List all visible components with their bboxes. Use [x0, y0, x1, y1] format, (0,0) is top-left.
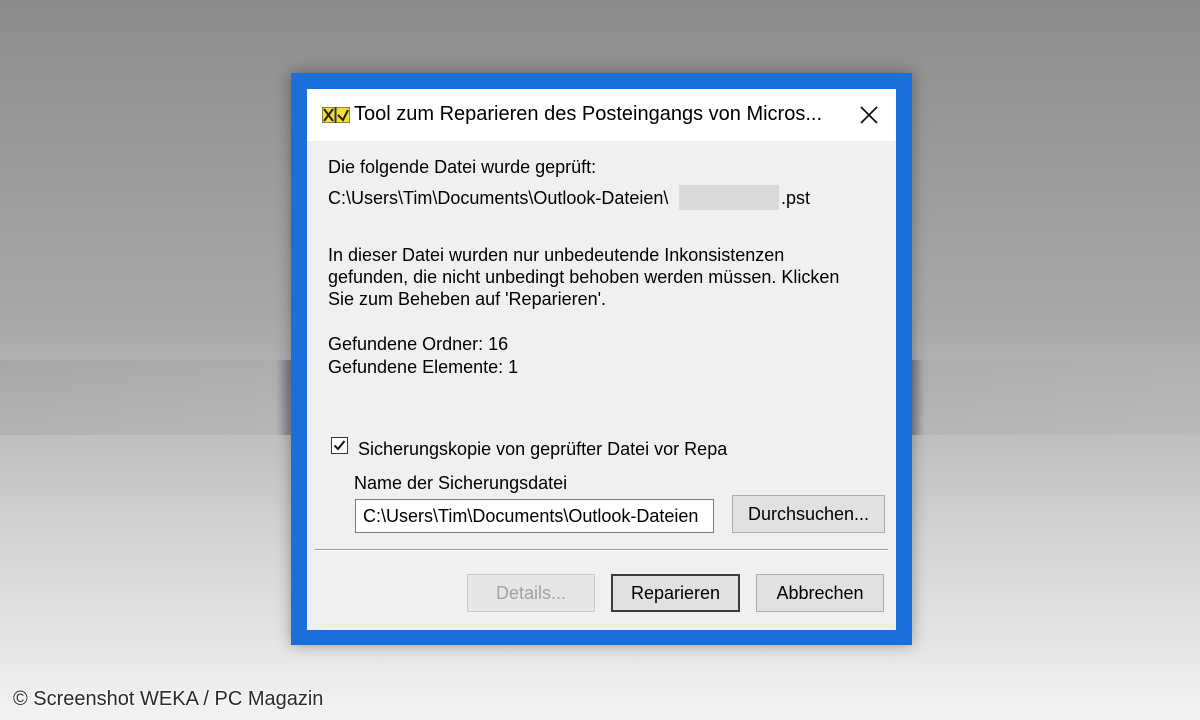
backup-checkbox[interactable]: [331, 437, 348, 454]
folders-found: Gefundene Ordner: 16: [328, 334, 509, 354]
details-button[interactable]: Details...: [467, 574, 595, 612]
repair-button[interactable]: Reparieren: [611, 574, 740, 612]
window-title: Tool zum Reparieren des Posteingangs von…: [354, 103, 823, 125]
close-icon: [860, 106, 878, 124]
redacted-file-name: [679, 185, 779, 210]
close-button[interactable]: [842, 89, 896, 141]
backup-path-input[interactable]: C:\Users\Tim\Documents\Outlook-Dateien: [355, 499, 714, 533]
checked-file-label: Die folgende Datei wurde geprüft:: [328, 157, 597, 177]
inbox-repair-dialog: Tool zum Reparieren des Posteingangs von…: [307, 89, 896, 630]
cancel-button[interactable]: Abbrechen: [756, 574, 884, 612]
title-bar[interactable]: Tool zum Reparieren des Posteingangs von…: [307, 89, 896, 141]
inbox-repair-tool-icon: [321, 106, 351, 124]
message-line-3: Sie zum Beheben auf 'Reparieren'.: [328, 289, 607, 309]
file-path-prefix: C:\Users\Tim\Documents\Outlook-Dateien\: [328, 188, 669, 208]
file-path-suffix: .pst: [781, 188, 811, 208]
backup-checkbox-label[interactable]: Sicherungskopie von geprüfter Datei vor …: [358, 439, 727, 460]
message-line-2: gefunden, die nicht unbedingt behoben we…: [328, 267, 840, 287]
browse-button[interactable]: Durchsuchen...: [732, 495, 885, 533]
items-found: Gefundene Elemente: 1: [328, 357, 519, 377]
message-line-1: In dieser Datei wurden nur unbedeutende …: [328, 245, 785, 265]
copyright-watermark: © Screenshot WEKA / PC Magazin: [13, 688, 324, 710]
separator-highlight: [315, 550, 888, 551]
checkmark-icon: [333, 440, 346, 451]
backup-name-label: Name der Sicherungsdatei: [354, 473, 568, 493]
